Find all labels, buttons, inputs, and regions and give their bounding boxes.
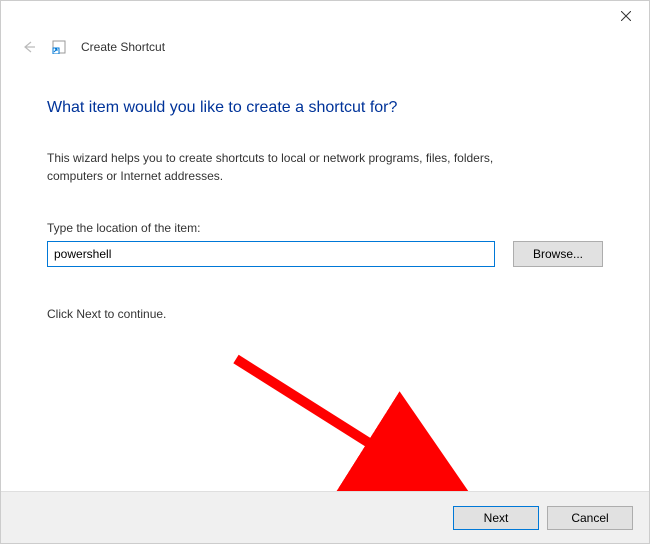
page-heading: What item would you like to create a sho… (47, 99, 603, 117)
next-button[interactable]: Next (453, 506, 539, 530)
location-label: Type the location of the item: (47, 221, 603, 235)
cancel-button[interactable]: Cancel (547, 506, 633, 530)
back-arrow-icon (21, 39, 37, 55)
wizard-content: What item would you like to create a sho… (1, 55, 649, 321)
browse-button[interactable]: Browse... (513, 241, 603, 267)
close-icon (621, 11, 631, 21)
titlebar (1, 1, 649, 33)
wizard-header: Create Shortcut (1, 33, 649, 55)
shortcut-icon (51, 39, 67, 55)
wizard-description: This wizard helps you to create shortcut… (47, 149, 547, 185)
wizard-footer: Next Cancel (1, 491, 649, 543)
wizard-title: Create Shortcut (81, 40, 165, 54)
continue-instruction: Click Next to continue. (47, 307, 603, 321)
location-input[interactable] (47, 241, 495, 267)
close-button[interactable] (603, 1, 649, 31)
location-field-row: Browse... (47, 241, 603, 267)
